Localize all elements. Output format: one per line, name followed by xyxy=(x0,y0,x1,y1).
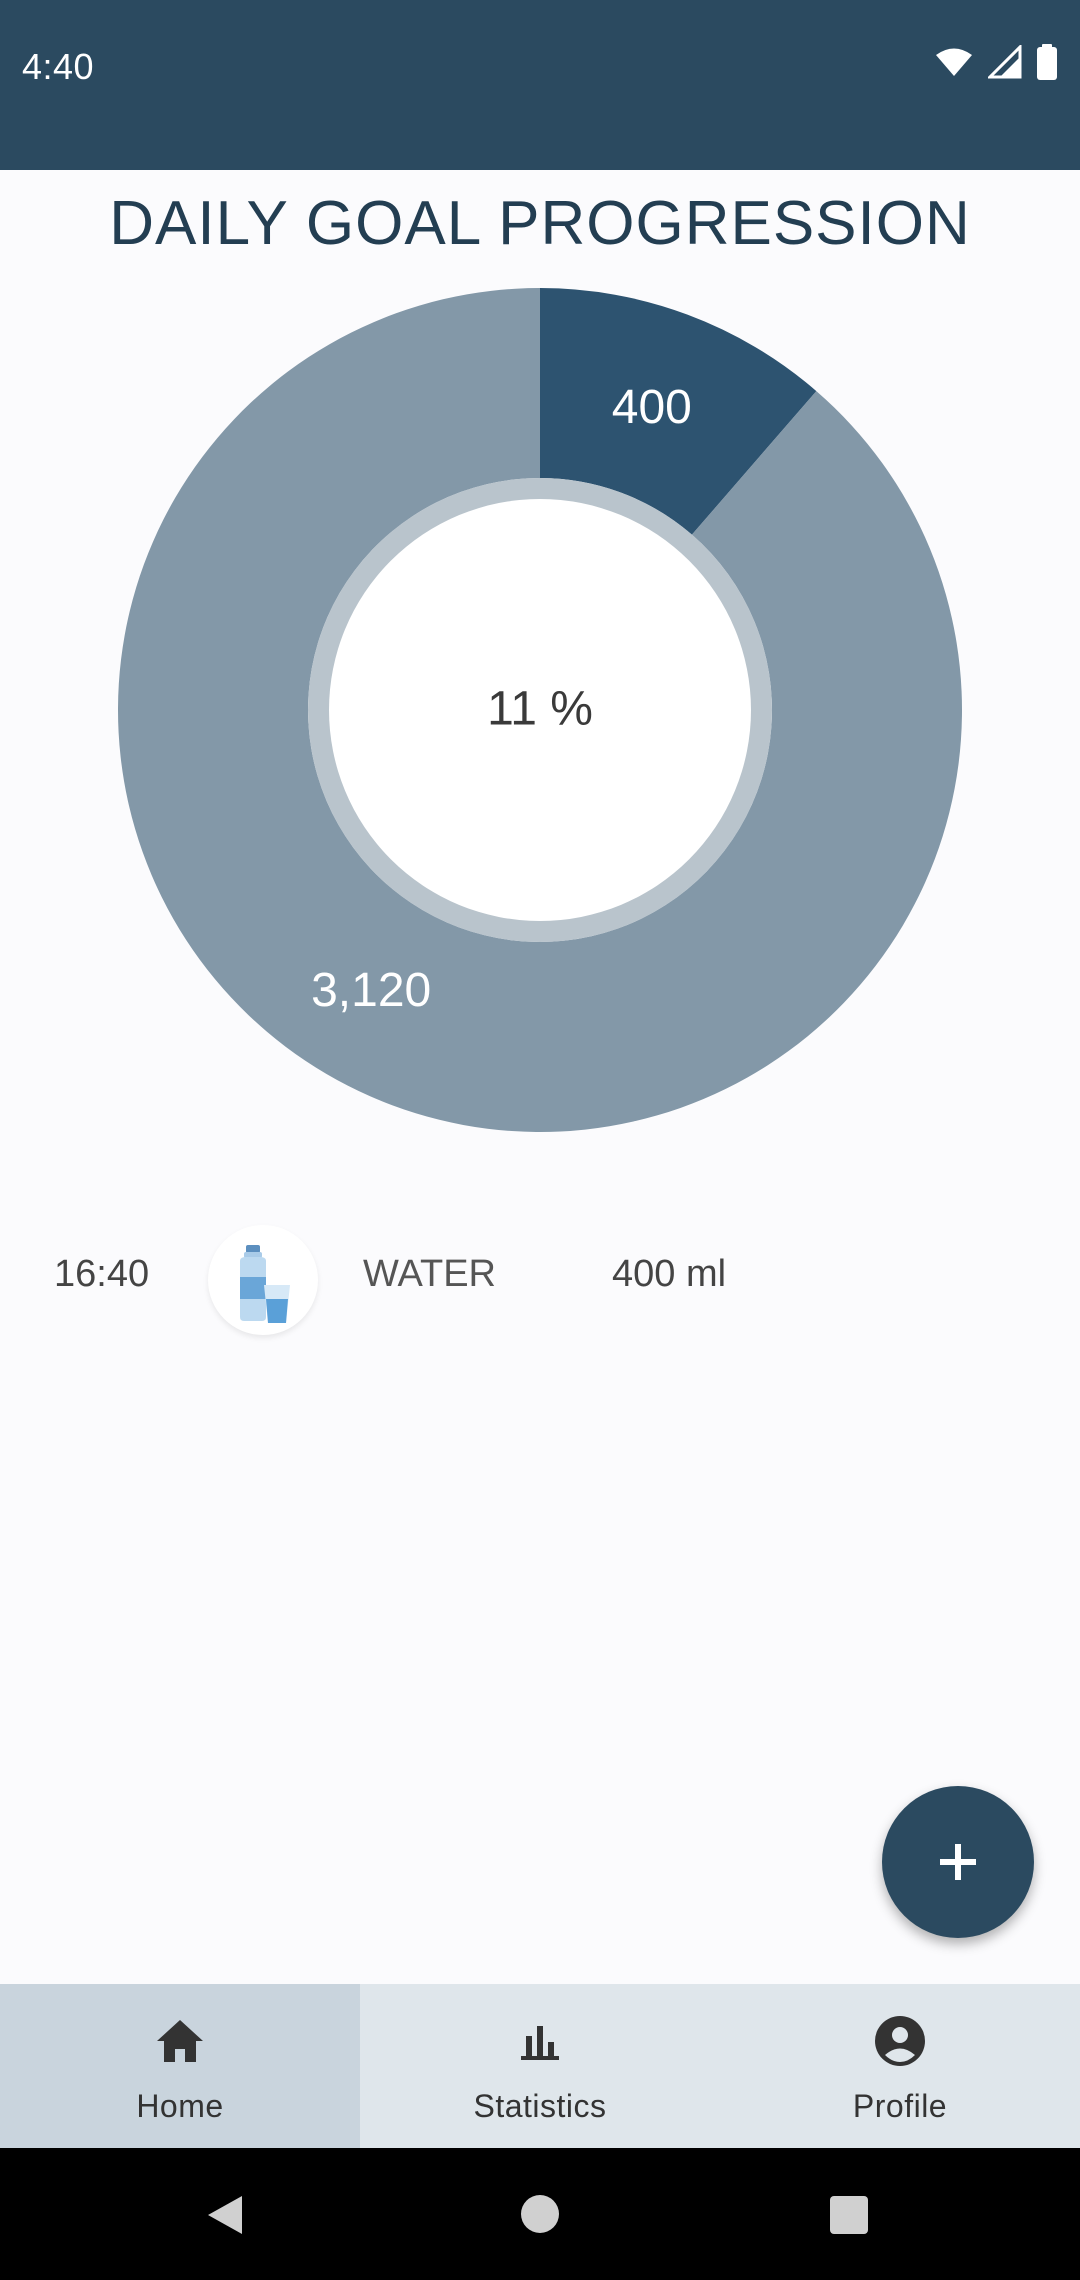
signal-icon xyxy=(988,45,1022,79)
home-icon xyxy=(157,2020,203,2062)
goal-donut-chart: 400 3,120 11 % xyxy=(0,270,1080,1150)
nav-item-statistics[interactable]: Statistics xyxy=(360,1984,720,2148)
add-entry-button[interactable] xyxy=(882,1786,1034,1938)
nav-item-home[interactable]: Home xyxy=(0,1984,360,2148)
donut-slice-label-remaining: 3,120 xyxy=(311,964,431,1017)
log-entry[interactable]: 16:40 WATER 400 ml xyxy=(0,1215,1080,1335)
nav-label-home: Home xyxy=(136,2088,224,2124)
wifi-icon xyxy=(936,48,972,76)
status-bar: 4:40 xyxy=(0,0,1080,170)
plus-icon xyxy=(940,1844,976,1880)
water-bottle-glass-icon xyxy=(208,1225,318,1335)
donut-svg: 400 3,120 11 % xyxy=(118,288,962,1132)
status-icons xyxy=(934,44,1058,80)
bar-chart-icon xyxy=(521,2026,559,2060)
log-entry-amount: 400 ml xyxy=(612,1253,727,1295)
donut-slice-label-consumed: 400 xyxy=(612,381,692,434)
back-icon[interactable] xyxy=(204,2194,244,2236)
battery-icon xyxy=(1037,44,1057,80)
nav-label-profile: Profile xyxy=(852,2088,948,2124)
recents-icon[interactable] xyxy=(830,2196,868,2234)
nav-item-profile[interactable]: Profile xyxy=(720,1984,1080,2148)
log-entry-time: 16:40 xyxy=(54,1253,150,1295)
account-circle-icon xyxy=(875,2016,925,2066)
home-circle-icon[interactable] xyxy=(520,2194,560,2234)
nav-label-statistics: Statistics xyxy=(473,2088,607,2124)
page-title: DAILY GOAL PROGRESSION xyxy=(109,189,971,258)
bottom-navigation: Home Statistics Profile xyxy=(0,1984,1080,2148)
status-time: 4:40 xyxy=(22,46,95,87)
log-entry-type: WATER xyxy=(363,1253,496,1295)
system-navigation-bar xyxy=(0,2148,1080,2280)
donut-center-percentage: 11 % xyxy=(487,683,593,736)
